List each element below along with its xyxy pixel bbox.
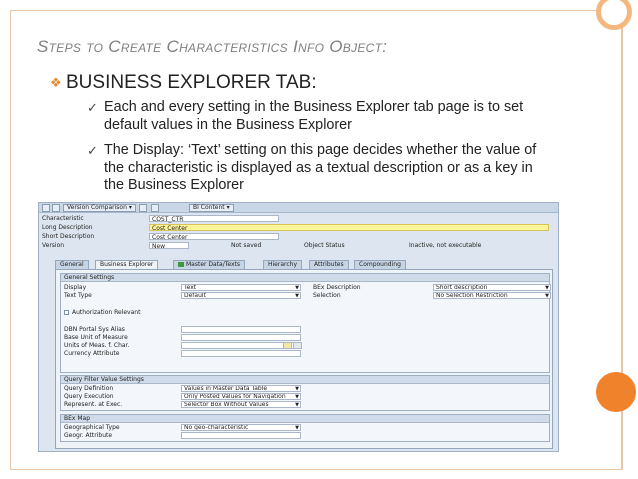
geo-attr-input[interactable] (181, 432, 301, 439)
group-title: BEx Map (61, 415, 549, 423)
currency-attr-input[interactable] (181, 350, 301, 357)
check-icon[interactable] (139, 204, 147, 212)
group-title: General Settings (61, 274, 549, 282)
diamond-bullet-icon: ❖ (50, 75, 62, 90)
tab-master-data-texts[interactable]: Master Data/Texts (173, 260, 246, 269)
short-description-row: Short Description Cost Center (39, 233, 558, 241)
tab-hierarchy[interactable]: Hierarchy (263, 260, 303, 269)
sub-bullet-2-text: The Display: ‘Text’ setting on this page… (104, 142, 537, 193)
general-settings-group: General Settings Display Text ▼ BEx Descr… (60, 273, 551, 373)
tab-business-explorer[interactable]: Business Explorer (95, 260, 159, 269)
dbn-portal-input[interactable] (181, 326, 301, 333)
characteristic-field[interactable]: COST_CTR (149, 215, 279, 223)
sub-bullet-2: ✓ The Display: ‘Text’ setting on this pa… (87, 142, 554, 195)
slide-title: Steps to Create Characteristics Info Obj… (37, 37, 388, 56)
selection-dropdown[interactable]: No Selection Restriction ▼ (433, 292, 551, 299)
query-definition-dropdown[interactable]: Values in Master Data Table ▼ (181, 385, 301, 392)
sub-bullet-1: ✓ Each and every setting in the Business… (87, 99, 554, 134)
display-change-icon[interactable] (52, 204, 60, 212)
long-description-field[interactable]: Cost Center (149, 224, 549, 232)
version-comparison-button[interactable]: Version Comparison ▾ (63, 204, 136, 212)
represent-row: Represent. at Exec. Selector Box Without… (64, 401, 301, 408)
decorative-circle-top (596, 0, 632, 30)
text-type-row: Text Type Default ▼ Selection No Selectio… (64, 292, 551, 299)
geo-type-dropdown[interactable]: No geo-characteristic ▼ (181, 424, 301, 431)
activate-icon[interactable] (151, 204, 159, 212)
query-execution-row: Query Execution Only Posted Values for N… (64, 393, 301, 400)
dbn-portal-row: DBN Portal Sys Alias (61, 326, 549, 334)
authorization-checkbox[interactable] (64, 310, 69, 315)
back-icon[interactable] (42, 204, 50, 212)
units-meas-row: Units of Meas. f. Char. (61, 342, 549, 350)
geo-type-row: Geographical Type No geo-characteristic ▼ (64, 424, 301, 431)
tab-compounding[interactable]: Compounding (354, 260, 406, 269)
decorative-circle-bottom (596, 372, 636, 412)
sub-bullet-1-text: Each and every setting in the Business E… (104, 99, 524, 133)
version-row: Version New Not saved Object Status Inac… (42, 242, 482, 250)
currency-attr-row: Currency Attribute (61, 350, 549, 358)
checkmark-icon: ✓ (87, 143, 98, 158)
object-status-value: Inactive, not executable (409, 242, 482, 249)
query-filter-group: Query Filter Value Settings Query Defini… (60, 375, 550, 411)
characteristic-row: Characteristic COST_CTR (39, 215, 558, 223)
represent-dropdown[interactable]: Selector Box Without Values ▼ (181, 401, 301, 408)
sap-screenshot: Version Comparison ▾ BI Content ▾ Charac… (38, 202, 559, 452)
bex-map-group: BEx Map Geographical Type No geo-charact… (60, 414, 550, 442)
base-uom-row: Base Unit of Measure (61, 334, 549, 342)
sap-toolbar: Version Comparison ▾ BI Content ▾ (39, 203, 558, 213)
query-execution-dropdown[interactable]: Only Posted Values for Navigation ▼ (181, 393, 301, 400)
edit-icon[interactable] (293, 342, 302, 349)
tab-general[interactable]: General (55, 260, 89, 269)
long-description-row: Long Description Cost Center (39, 224, 558, 232)
main-bullet: ❖ BUSINESS EXPLORER TAB: (50, 72, 317, 94)
business-explorer-panel: General Settings Display Text ▼ BEx Descr… (55, 269, 553, 449)
short-description-field[interactable]: Cost Center (149, 233, 279, 241)
display-row: Display Text ▼ BEx Description Short desc… (64, 284, 551, 291)
geo-attr-row: Geogr. Attribute (61, 432, 549, 440)
bi-content-button[interactable]: BI Content ▾ (189, 204, 234, 212)
main-bullet-text: BUSINESS EXPLORER TAB: (66, 72, 317, 93)
display-dropdown[interactable]: Text ▼ (181, 284, 301, 291)
bex-description-dropdown[interactable]: Short description ▼ (433, 284, 551, 291)
base-uom-input[interactable] (181, 334, 301, 341)
checkmark-icon: ✓ (87, 100, 98, 115)
version-status: Not saved (231, 242, 262, 249)
group-title: Query Filter Value Settings (61, 376, 549, 384)
create-icon[interactable] (283, 342, 292, 349)
tab-attributes[interactable]: Attributes (309, 260, 349, 269)
object-status-label: Object Status (304, 242, 345, 249)
authorization-row: Authorization Relevant (61, 309, 549, 317)
version-field: New (149, 242, 189, 250)
green-status-icon (178, 262, 184, 267)
text-type-dropdown[interactable]: Default ▼ (181, 292, 301, 299)
query-definition-row: Query Definition Values in Master Data T… (64, 385, 301, 392)
